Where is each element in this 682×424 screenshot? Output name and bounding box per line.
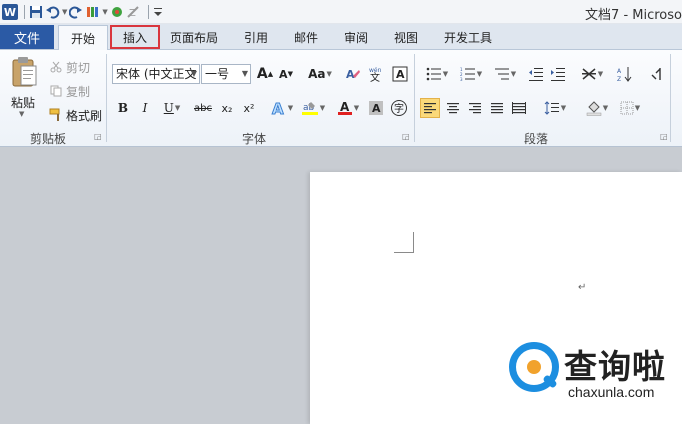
paste-icon[interactable] — [10, 56, 38, 88]
redo-icon[interactable] — [69, 3, 83, 21]
svg-text:A: A — [372, 102, 381, 115]
subscript-button[interactable]: x₂ — [218, 98, 236, 118]
font-color-icon[interactable]: A ▼ — [334, 98, 362, 118]
svg-text:A: A — [346, 68, 355, 81]
svg-text:A: A — [340, 100, 350, 114]
group-divider — [414, 54, 415, 142]
group-divider — [106, 54, 107, 142]
highlight-color-icon[interactable]: ab ▼ — [298, 98, 328, 118]
grow-font-button[interactable]: A ▲ — [256, 64, 274, 84]
svg-text:字: 字 — [394, 102, 404, 115]
quick-access-toolbar: W ▼ ▼ Z — [0, 2, 165, 22]
clipboard-dialog-launcher-icon[interactable]: ◲ — [94, 132, 102, 141]
numbering-icon[interactable]: 1 2 3 ▼ — [456, 64, 486, 84]
word-app-icon[interactable]: W — [0, 3, 18, 21]
undo-icon[interactable]: ▼ — [45, 3, 67, 21]
format-painter-button[interactable]: 格式刷 — [66, 107, 102, 124]
chevron-down-icon: ▼ — [241, 69, 248, 78]
copy-icon[interactable] — [48, 81, 64, 101]
tab-view[interactable]: 视图 — [386, 25, 426, 49]
enclose-characters-icon[interactable]: 字 — [390, 98, 408, 118]
show-hide-marks-icon[interactable] — [648, 64, 666, 84]
paragraph-dialog-launcher-icon[interactable]: ◲ — [660, 132, 668, 141]
align-right-icon[interactable] — [466, 98, 484, 118]
strikethrough-button[interactable]: abc — [192, 98, 214, 118]
svg-text:3: 3 — [460, 77, 463, 81]
group-label-paragraph: 段落 — [524, 132, 549, 146]
margin-corner-mark — [413, 232, 414, 253]
title-bar: W ▼ ▼ Z 文档7 - Microso — [0, 0, 682, 24]
watermark-logo-dot — [527, 360, 541, 374]
paste-dropdown-icon[interactable]: ▼ — [19, 110, 24, 118]
underline-button[interactable]: U ▼ — [160, 98, 184, 118]
sort-icon[interactable]: AZ — [616, 64, 634, 84]
svg-text:A: A — [617, 68, 622, 75]
font-dialog-launcher-icon[interactable]: ◲ — [402, 132, 410, 141]
distributed-icon[interactable] — [510, 98, 528, 118]
phonetic-guide-icon[interactable]: wén 文 — [368, 64, 386, 84]
tab-insert[interactable]: 插入 — [110, 25, 160, 49]
watermark-domain: chaxunla.com — [568, 384, 655, 400]
svg-text:Z: Z — [617, 76, 621, 82]
align-left-button[interactable] — [420, 98, 440, 118]
clear-formatting-icon[interactable]: A — [344, 64, 362, 84]
clear-format-icon[interactable]: Z — [126, 3, 142, 21]
watermark-brand: 查询啦 — [564, 347, 666, 386]
paste-label[interactable]: 粘贴 — [11, 94, 35, 111]
format-painter-icon[interactable] — [48, 105, 64, 125]
text-effects-icon[interactable]: A ▼ — [270, 98, 294, 118]
svg-text:文: 文 — [370, 71, 380, 82]
font-size-combo[interactable]: 一号 ▼ — [201, 64, 251, 84]
superscript-button[interactable]: x² — [240, 98, 258, 118]
svg-text:A: A — [272, 100, 284, 116]
qat-separator — [24, 5, 25, 19]
shading-icon[interactable]: ▼ — [582, 98, 612, 118]
tab-page-layout[interactable]: 页面布局 — [164, 25, 224, 49]
format-brush-qat-icon[interactable]: ▼ — [85, 3, 108, 21]
tab-mailings[interactable]: 邮件 — [286, 25, 326, 49]
line-spacing-icon[interactable]: ▼ — [540, 98, 570, 118]
tab-references[interactable]: 引用 — [236, 25, 276, 49]
window-title: 文档7 - Microso — [585, 8, 682, 23]
margin-corner-mark — [394, 252, 414, 253]
paragraph-mark: ↵ — [578, 282, 587, 293]
tab-home[interactable]: 开始 — [58, 25, 108, 51]
cut-icon[interactable] — [48, 57, 64, 77]
tab-file[interactable]: 文件 — [0, 25, 54, 49]
font-name-combo[interactable]: 宋体 (中文正文 ▼ — [112, 64, 200, 84]
customize-qat-icon[interactable] — [153, 3, 163, 21]
svg-text:A: A — [396, 68, 405, 81]
shrink-font-button[interactable]: A ▼ — [278, 64, 294, 84]
color-picker-icon[interactable] — [110, 3, 124, 21]
cut-button[interactable]: 剪切 — [66, 59, 90, 76]
svg-text:Z: Z — [129, 8, 136, 19]
group-label-font: 字体 — [242, 132, 267, 146]
multilevel-list-icon[interactable]: ▼ — [490, 64, 520, 84]
borders-icon[interactable]: ▼ — [616, 98, 644, 118]
tab-developer[interactable]: 开发工具 — [436, 25, 500, 49]
character-shading-icon[interactable]: A — [368, 98, 384, 118]
group-label-clipboard: 剪贴板 — [30, 132, 67, 146]
increase-indent-icon[interactable] — [550, 64, 566, 84]
bullets-icon[interactable]: ▼ — [422, 64, 452, 84]
group-divider — [670, 54, 671, 142]
italic-button[interactable]: I — [138, 98, 152, 118]
font-size-value: 一号 — [205, 67, 230, 81]
copy-button[interactable]: 复制 — [66, 83, 90, 100]
ribbon-tabs: 文件 开始 插入 页面布局 引用 邮件 审阅 视图 开发工具 — [0, 24, 682, 51]
bold-button[interactable]: B — [116, 98, 130, 118]
align-center-icon[interactable] — [444, 98, 462, 118]
qat-separator — [147, 5, 149, 19]
ribbon-home: 粘贴 ▼ 剪切 复制 格式刷 剪贴板 ◲ 宋体 (中文正文 ▼ 一号 ▼ A ▲ … — [0, 50, 682, 147]
change-case-button[interactable]: Aa ▼ — [306, 64, 334, 84]
tab-review[interactable]: 审阅 — [336, 25, 376, 49]
justify-icon[interactable] — [488, 98, 506, 118]
character-border-icon[interactable]: A — [392, 64, 408, 84]
font-name-value: 宋体 (中文正文 — [116, 67, 197, 81]
decrease-indent-icon[interactable] — [528, 64, 544, 84]
save-icon[interactable] — [29, 3, 43, 21]
chevron-down-icon: ▼ — [190, 69, 197, 78]
chinese-layout-icon[interactable]: ▼ — [578, 64, 606, 84]
